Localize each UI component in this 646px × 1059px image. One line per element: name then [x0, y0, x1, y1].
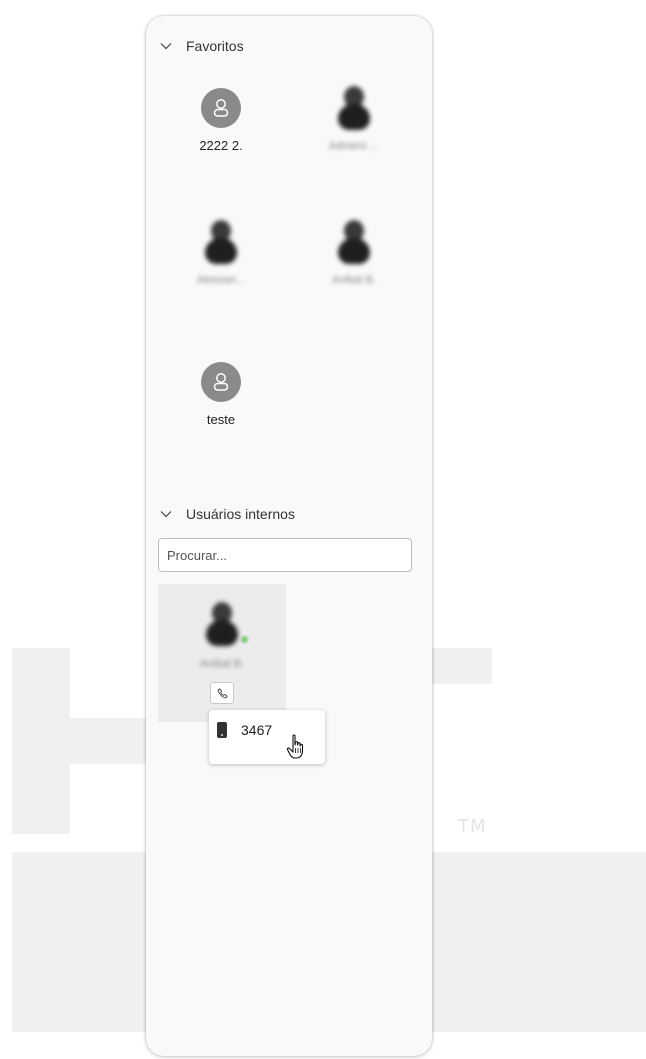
contact-name: Anibal B.	[331, 274, 377, 286]
contact-photo	[199, 218, 243, 266]
contact-photo	[332, 218, 376, 266]
extension-number: 3467	[241, 722, 273, 738]
favorite-contact[interactable]: Alessan...	[171, 218, 271, 286]
favorite-contact[interactable]: Adriano ...	[304, 84, 404, 152]
favorites-title: Favoritos	[186, 38, 244, 54]
internal-users-section-header[interactable]: Usuários internos	[160, 506, 295, 522]
chevron-down-icon	[160, 508, 172, 520]
watermark-shape	[432, 648, 492, 684]
chevron-down-icon	[160, 40, 172, 52]
contact-name: teste	[206, 412, 236, 427]
favorite-contact[interactable]: teste	[171, 362, 271, 427]
watermark-shape	[12, 718, 146, 764]
contact-photo	[200, 600, 244, 648]
contact-name: Anibal B.	[199, 658, 245, 670]
contacts-panel: Favoritos 2222 2. Adriano ... Alessan...…	[146, 16, 432, 1056]
contact-name: 2222 2.	[199, 138, 243, 153]
favorite-contact[interactable]: 2222 2.	[171, 88, 271, 153]
user-avatar-icon	[201, 362, 241, 402]
internal-users-title: Usuários internos	[186, 506, 295, 522]
favorites-section-header[interactable]: Favoritos	[160, 38, 244, 54]
extension-option[interactable]: 3467	[217, 722, 272, 738]
hand-pointer-cursor-icon	[286, 734, 304, 759]
internal-user-card[interactable]: Anibal B.	[158, 584, 286, 722]
favorite-contact[interactable]: Anibal B.	[304, 218, 404, 286]
mobile-phone-icon	[217, 722, 227, 738]
watermark-trademark: TM	[458, 816, 487, 837]
contact-photo	[332, 84, 376, 132]
presence-status-dot	[241, 636, 248, 643]
user-avatar-icon	[201, 88, 241, 128]
contact-name: Alessan...	[196, 274, 246, 286]
call-button[interactable]	[210, 682, 234, 704]
contact-name: Adriano ...	[328, 140, 380, 152]
phone-handset-icon	[217, 687, 228, 698]
search-input[interactable]	[158, 538, 412, 572]
